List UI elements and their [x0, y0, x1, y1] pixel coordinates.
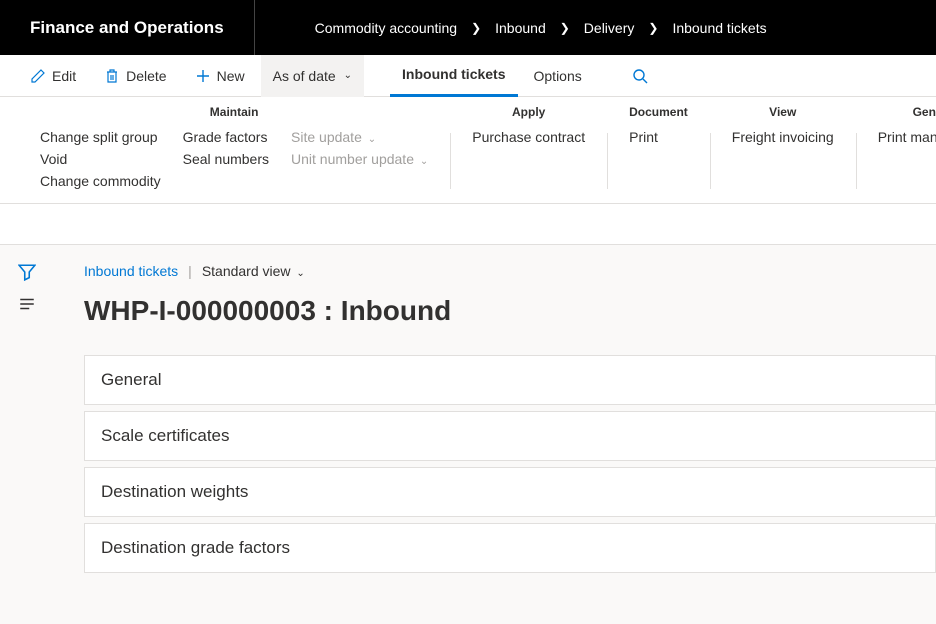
- chevron-right-icon: ❯: [648, 21, 658, 35]
- edit-icon: [30, 68, 46, 84]
- chevron-right-icon: ❯: [560, 21, 570, 35]
- breadcrumb-item[interactable]: Inbound tickets: [672, 20, 766, 36]
- ribbon-group-title: View: [732, 105, 834, 119]
- list-icon[interactable]: [18, 295, 36, 313]
- app-title: Finance and Operations: [0, 0, 255, 55]
- site-update-label: Site update: [291, 129, 362, 145]
- main-area: Inbound tickets | Standard view ⌄ WHP-I-…: [0, 244, 936, 624]
- ribbon: Maintain Change split group Void Change …: [0, 97, 936, 204]
- unit-number-update-label: Unit number update: [291, 151, 414, 167]
- content-area: Inbound tickets | Standard view ⌄ WHP-I-…: [54, 245, 936, 624]
- delete-label: Delete: [126, 68, 166, 84]
- breadcrumb-item[interactable]: Inbound: [495, 20, 546, 36]
- trash-icon: [104, 68, 120, 84]
- ribbon-group-apply: Apply Purchase contract: [450, 105, 607, 189]
- ribbon-item-void[interactable]: Void: [40, 151, 161, 167]
- ribbon-item-purchase-contract[interactable]: Purchase contract: [472, 129, 585, 145]
- edit-button[interactable]: Edit: [18, 55, 88, 97]
- search-icon: [632, 68, 648, 84]
- panel-destination-weights[interactable]: Destination weights: [84, 467, 936, 517]
- top-header: Finance and Operations Commodity account…: [0, 0, 936, 55]
- ribbon-item-seal-numbers[interactable]: Seal numbers: [183, 151, 269, 167]
- tab-inbound-tickets[interactable]: Inbound tickets: [390, 55, 517, 97]
- tab-options-label: Options: [534, 68, 582, 84]
- page-title: WHP-I-000000003 : Inbound: [84, 295, 936, 327]
- edit-label: Edit: [52, 68, 76, 84]
- search-button[interactable]: [620, 55, 660, 97]
- chevron-down-icon: ⌄: [420, 156, 428, 167]
- panel-destination-grade-factors[interactable]: Destination grade factors: [84, 523, 936, 573]
- left-rail: [0, 245, 54, 624]
- chevron-down-icon: ⌄: [296, 268, 304, 279]
- ribbon-item-print-management[interactable]: Print management: [878, 129, 936, 145]
- as-of-date-button[interactable]: As of date ⌄: [261, 55, 364, 97]
- new-label: New: [217, 68, 245, 84]
- ribbon-item-unit-number-update[interactable]: Unit number update ⌄: [291, 151, 428, 167]
- tab-options[interactable]: Options: [522, 55, 594, 97]
- ribbon-item-change-split-group[interactable]: Change split group: [40, 129, 161, 145]
- ribbon-item-freight-invoicing[interactable]: Freight invoicing: [732, 129, 834, 145]
- ribbon-group-maintain: Maintain Change split group Void Change …: [18, 105, 450, 189]
- ribbon-group-title: Maintain: [40, 105, 428, 119]
- view-selector[interactable]: Standard view ⌄: [202, 263, 305, 279]
- chevron-down-icon: ⌄: [368, 134, 376, 145]
- ribbon-item-change-commodity[interactable]: Change commodity: [40, 173, 161, 189]
- ribbon-group-title: Apply: [472, 105, 585, 119]
- ribbon-item-grade-factors[interactable]: Grade factors: [183, 129, 269, 145]
- as-of-date-label: As of date: [273, 68, 336, 84]
- ribbon-group-title: General: [878, 105, 936, 119]
- ribbon-group-document: Document Print: [607, 105, 710, 189]
- view-name-label: Standard view: [202, 263, 291, 279]
- divider: |: [188, 263, 192, 279]
- tab-inbound-tickets-label: Inbound tickets: [402, 66, 505, 82]
- ribbon-group-view: View Freight invoicing: [710, 105, 856, 189]
- breadcrumb-item[interactable]: Delivery: [584, 20, 635, 36]
- panel-general[interactable]: General: [84, 355, 936, 405]
- ribbon-item-print[interactable]: Print: [629, 129, 658, 145]
- plus-icon: [195, 68, 211, 84]
- breadcrumb: Commodity accounting ❯ Inbound ❯ Deliver…: [255, 20, 767, 36]
- ribbon-group-title: Document: [629, 105, 688, 119]
- ribbon-group-general: General Print management: [856, 105, 936, 189]
- page-nav-row: Inbound tickets | Standard view ⌄: [84, 263, 936, 279]
- panel-scale-certificates[interactable]: Scale certificates: [84, 411, 936, 461]
- delete-button[interactable]: Delete: [92, 55, 178, 97]
- chevron-down-icon: ⌄: [344, 70, 352, 81]
- filter-icon[interactable]: [18, 263, 36, 281]
- breadcrumb-item[interactable]: Commodity accounting: [315, 20, 457, 36]
- back-link[interactable]: Inbound tickets: [84, 263, 178, 279]
- new-button[interactable]: New: [183, 55, 257, 97]
- chevron-right-icon: ❯: [471, 21, 481, 35]
- ribbon-item-site-update[interactable]: Site update ⌄: [291, 129, 428, 145]
- action-bar: Edit Delete New As of date ⌄ Inbound tic…: [0, 55, 936, 97]
